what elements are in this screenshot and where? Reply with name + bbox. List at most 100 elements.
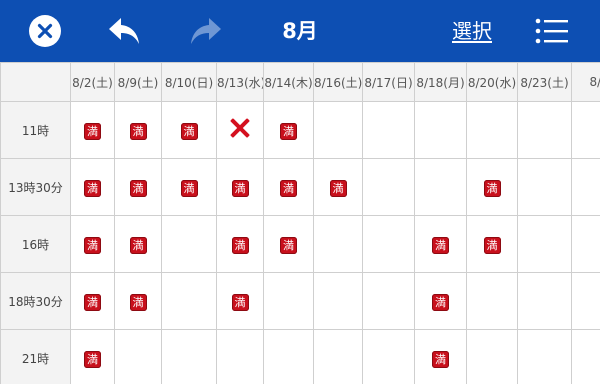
slot-cell[interactable] [414,158,467,216]
full-badge: 満 [129,180,147,197]
slot-cell[interactable]: 満 [70,329,115,384]
slot-cell[interactable]: 満 [161,158,217,216]
schedule-table: 8/2(土) 8/9(土) 8/10(日) 8/13(水) 8/14(木) 8/16(土)… [0,62,600,384]
slot-cell[interactable] [414,101,467,159]
slot-cell[interactable]: 満 [263,215,314,273]
slot-cell[interactable]: 満 [263,101,314,159]
full-badge: 満 [432,294,449,311]
forward-button[interactable] [186,13,226,49]
time-slot-row: 11時満満満満 [0,101,600,159]
date-header: 8/20(水) [466,62,518,102]
time-slot-row: 16時満満満満満満 [0,215,600,273]
slot-cell[interactable]: 満 [114,272,162,330]
select-button[interactable]: 選択 [452,16,492,46]
date-header: 8/23(土) [517,62,572,102]
close-circle-icon [29,15,61,47]
redo-arrow-icon [191,18,221,44]
full-badge: 満 [129,123,147,140]
full-badge: 満 [129,237,147,254]
slot-cell[interactable] [263,329,314,384]
slot-cell[interactable] [216,101,264,159]
header-corner [0,62,71,102]
full-badge: 満 [483,180,501,197]
unavailable-x-icon [229,117,251,139]
slot-cell[interactable]: 満 [466,215,518,273]
full-badge: 満 [180,180,198,197]
slot-cell[interactable]: 満 [114,158,162,216]
slot-cell[interactable]: 満 [414,215,467,273]
slot-cell[interactable] [466,329,518,384]
undo-arrow-icon [109,18,139,44]
slot-cell[interactable] [313,101,363,159]
menu-button[interactable] [530,14,574,48]
full-badge: 満 [84,180,101,197]
back-button[interactable] [104,13,144,49]
time-slot-label: 21時 [0,329,71,384]
slot-cell[interactable]: 満 [70,101,115,159]
slot-cell[interactable] [571,101,600,159]
slot-cell[interactable] [362,101,415,159]
slot-cell[interactable] [313,329,363,384]
date-header-row: 8/2(土) 8/9(土) 8/10(日) 8/13(水) 8/14(木) 8/16(土)… [0,62,600,102]
slot-cell[interactable]: 満 [313,158,363,216]
full-badge: 満 [231,180,249,197]
top-navigation-bar: 8月 選択 [0,0,600,62]
date-header: 8/13(水) [216,62,264,102]
slot-cell[interactable]: 満 [466,158,518,216]
time-slot-row: 18時30分満満満満 [0,272,600,330]
full-badge: 満 [280,123,297,140]
date-header: 8/9(土) [114,62,162,102]
full-badge: 満 [84,237,101,254]
slot-cell[interactable]: 満 [216,158,264,216]
slot-cell[interactable]: 満 [216,272,264,330]
slot-cell[interactable] [517,272,572,330]
slot-cell[interactable] [571,272,600,330]
slot-cell[interactable] [161,272,217,330]
slot-cell[interactable]: 満 [70,158,115,216]
slot-cell[interactable] [517,158,572,216]
slot-cell[interactable] [571,215,600,273]
time-slot-label: 16時 [0,215,71,273]
slot-cell[interactable]: 満 [114,215,162,273]
full-badge: 満 [84,294,101,311]
slot-cell[interactable] [313,272,363,330]
time-slot-row: 13時30分満満満満満満満 [0,158,600,216]
slot-cell[interactable] [571,158,600,216]
date-header: 8/18(月) [414,62,467,102]
slot-cell[interactable] [362,272,415,330]
slot-cell[interactable]: 満 [414,329,467,384]
full-badge: 満 [231,237,249,254]
full-badge: 満 [129,294,147,311]
slot-cell[interactable] [362,215,415,273]
time-slot-label: 18時30分 [0,272,71,330]
slot-cell[interactable] [466,101,518,159]
slot-cell[interactable]: 満 [216,215,264,273]
slot-cell[interactable] [362,158,415,216]
slot-cell[interactable] [571,329,600,384]
full-badge: 満 [84,123,101,140]
slot-cell[interactable] [313,215,363,273]
slot-cell[interactable] [517,329,572,384]
slot-cell[interactable]: 満 [114,101,162,159]
availability-grid[interactable]: 8/2(土) 8/9(土) 8/10(日) 8/13(水) 8/14(木) 8/16(土)… [0,62,600,384]
slot-cell[interactable] [362,329,415,384]
slot-cell[interactable]: 満 [263,158,314,216]
date-header: 8/10(日) [161,62,217,102]
slot-cell[interactable] [263,272,314,330]
slot-cell[interactable]: 満 [161,101,217,159]
slot-cell[interactable]: 満 [70,272,115,330]
slot-cell[interactable]: 満 [414,272,467,330]
slot-cell[interactable] [161,329,217,384]
slot-cell[interactable] [114,329,162,384]
close-button[interactable] [28,14,62,48]
slot-cell[interactable] [216,329,264,384]
slot-cell[interactable] [517,101,572,159]
date-header: 8/14(木) [263,62,314,102]
full-badge: 満 [432,351,449,368]
full-badge: 満 [432,237,449,254]
slot-cell[interactable]: 満 [70,215,115,273]
slot-cell[interactable] [517,215,572,273]
slot-cell[interactable] [161,215,217,273]
full-badge: 満 [483,237,501,254]
slot-cell[interactable] [466,272,518,330]
